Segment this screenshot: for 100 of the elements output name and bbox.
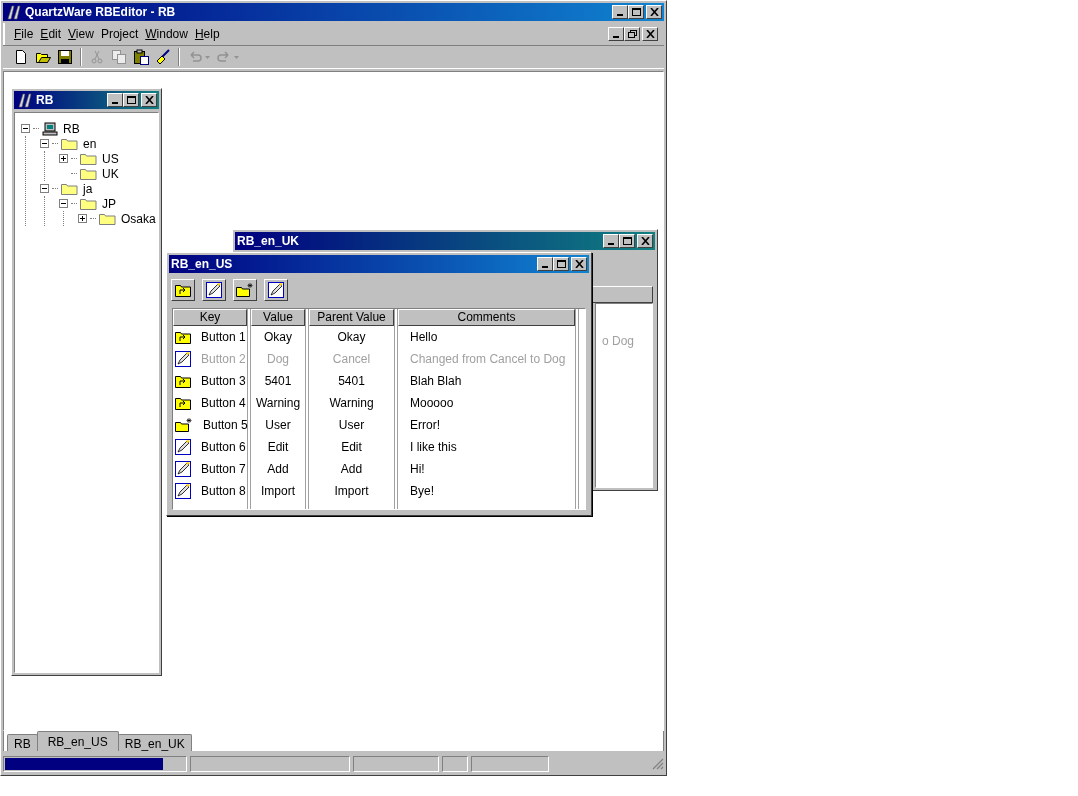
table-cell-text: Button 6 <box>200 439 247 456</box>
minimize-button[interactable] <box>537 257 553 271</box>
logo-icon <box>16 92 32 108</box>
table-cell-text: Warning <box>254 395 302 412</box>
menu-item[interactable]: Window <box>142 25 191 43</box>
collapse-icon[interactable] <box>40 184 49 193</box>
menu-item[interactable]: File <box>11 25 37 43</box>
tree-item[interactable]: JP <box>100 194 118 213</box>
caret-icon <box>234 55 239 59</box>
column-header[interactable]: Parent Value <box>309 309 394 326</box>
tab[interactable]: RB_en_UK <box>117 734 192 751</box>
folder-up-icon <box>175 283 191 297</box>
tree-item[interactable]: ja <box>81 179 95 198</box>
table-cell-text: Button 4 <box>200 395 247 412</box>
close-button[interactable] <box>637 234 653 248</box>
tree-item[interactable]: en <box>81 134 99 153</box>
close-button[interactable] <box>646 5 662 19</box>
menu-item[interactable]: Edit <box>37 25 65 43</box>
restore-button[interactable] <box>624 27 640 41</box>
maximize-button[interactable] <box>123 93 139 107</box>
tree-item[interactable]: RB <box>61 119 82 138</box>
table-cell-text: Button 7 <box>200 461 247 478</box>
tool-button[interactable] <box>264 279 288 301</box>
minimize-button[interactable] <box>612 5 628 19</box>
collapse-icon[interactable] <box>59 199 68 208</box>
collapse-icon[interactable] <box>40 139 49 148</box>
save-icon <box>57 49 73 65</box>
table-cell-text: 5401 <box>263 373 293 390</box>
window-title: RB_en_US <box>171 256 234 273</box>
table-cell-text: Bye! <box>409 483 435 500</box>
redo-icon <box>216 49 232 65</box>
computer-icon <box>42 121 58 136</box>
table-cell-text: Changed from Cancel to Dog <box>409 351 567 368</box>
pencil-icon <box>175 439 191 455</box>
pencil-icon <box>175 351 191 367</box>
folder-icon <box>80 197 97 210</box>
table-cell-text: Blah Blah <box>409 373 463 390</box>
collapse-icon[interactable] <box>21 124 30 133</box>
tree-item[interactable]: Osaka <box>119 209 158 228</box>
close-button[interactable] <box>141 93 157 107</box>
toolbar-button[interactable] <box>131 47 151 67</box>
table-cell-text: User <box>264 417 292 434</box>
pencil-icon <box>175 461 191 477</box>
table-cell-text: Button 8 <box>200 483 247 500</box>
caret-icon <box>205 55 210 59</box>
tool-button[interactable] <box>171 279 195 301</box>
restore-icon <box>627 30 637 38</box>
expand-icon[interactable] <box>59 154 68 163</box>
table-cell-text: Hello <box>409 329 439 346</box>
close-icon <box>144 96 154 104</box>
logo-icon <box>5 4 21 20</box>
table-cell-text: Okay <box>263 329 293 346</box>
tool-button[interactable] <box>202 279 226 301</box>
scissors-icon <box>89 49 105 65</box>
undo-icon <box>187 49 203 65</box>
table-cell-text: Import <box>333 483 370 500</box>
folder-up-icon <box>175 396 191 410</box>
menu-item[interactable]: View <box>65 25 97 43</box>
table-cell-text: Mooooo <box>409 395 455 412</box>
tab[interactable]: RB <box>7 734 38 751</box>
maximize-button[interactable] <box>553 257 569 271</box>
maximize-icon <box>622 237 632 245</box>
expand-icon[interactable] <box>78 214 87 223</box>
maximize-icon <box>556 260 566 268</box>
pencil-icon <box>206 282 222 298</box>
folder-up-icon <box>175 374 191 388</box>
tool-button[interactable] <box>233 279 257 301</box>
table-cell-text: Dog <box>266 351 290 368</box>
table-cell-text: Button 1 <box>200 329 247 346</box>
folder-icon <box>80 152 97 165</box>
table-cell-text: I like this <box>409 439 458 456</box>
copy-icon <box>111 49 127 65</box>
close-icon <box>640 237 650 245</box>
column-header[interactable]: Comments <box>398 309 575 326</box>
folder-up-icon <box>175 330 191 344</box>
menu-item[interactable]: Help <box>191 25 223 43</box>
tab[interactable]: RB_en_US <box>36 731 119 751</box>
table-cell-text: Edit <box>266 439 290 456</box>
table-cell-text: 5401 <box>337 373 366 390</box>
folder-icon <box>99 212 116 225</box>
maximize-button[interactable] <box>628 5 644 19</box>
table-cell-text: o Dog <box>601 334 635 348</box>
table-cell-text: Button 2 <box>200 351 247 368</box>
column-header[interactable]: Key <box>173 309 247 326</box>
maximize-button[interactable] <box>619 234 635 248</box>
minimize-button[interactable] <box>107 93 123 107</box>
window-title: RB <box>36 92 55 109</box>
pencil-icon <box>175 483 191 499</box>
column-header[interactable]: Value <box>251 309 305 326</box>
minimize-button[interactable] <box>603 234 619 248</box>
table-cell-text: Button 3 <box>200 373 247 390</box>
close-button[interactable] <box>571 257 587 271</box>
toolbar-button[interactable] <box>55 47 75 67</box>
table-cell-text: Add <box>266 461 290 478</box>
menu-item[interactable]: Project <box>97 25 142 43</box>
folder-icon <box>61 182 78 195</box>
table-cell-text: Edit <box>340 439 363 456</box>
minimize-button[interactable] <box>608 27 624 41</box>
close-button[interactable] <box>642 27 658 41</box>
new-page-icon <box>13 49 29 65</box>
